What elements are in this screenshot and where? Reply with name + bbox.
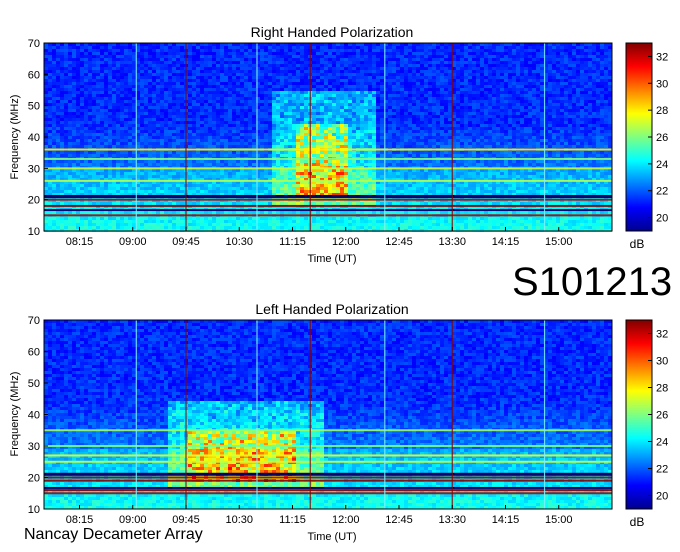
x-tick-label: 08:15 [66,514,94,526]
observation-id: S101213 [512,260,673,304]
y-tick-label: 40 [28,410,40,422]
colorbar-tick-label: 28 [656,383,668,395]
colorbar-tick-label: 20 [656,491,668,503]
right-panel-xlabel: Time (UT) [307,253,356,265]
y-tick-label: 50 [28,378,40,390]
colorbar-tick-label: 32 [656,329,668,341]
x-tick-label: 09:45 [172,236,200,248]
right-colorbar-label: dB [630,237,645,251]
interference-band [44,489,612,492]
interference-band [44,454,612,457]
left-panel-title: Left Handed Polarization [255,301,408,317]
interference-band [44,167,612,170]
x-tick-label: 10:30 [225,236,253,248]
interference-band [44,492,612,495]
x-tick-label: 14:15 [492,514,520,526]
interference-band [44,479,612,482]
colorbar-tick-label: 30 [656,356,668,368]
y-tick-label: 40 [28,132,40,144]
interference-band [44,179,612,182]
right-panel-ylabel: Frequency (MHz) [9,95,21,180]
y-tick-label: 30 [28,441,40,453]
colorbar-tick-label: 26 [656,132,668,144]
x-tick-label: 09:00 [119,514,147,526]
y-tick-label: 60 [28,69,40,81]
x-tick-label: 13:30 [438,514,466,526]
interference-band [44,157,612,160]
right-colorbar: 20 22 24 26 28 30 32 [625,42,668,232]
interference-band [44,476,612,479]
y-tick-label: 70 [28,38,40,50]
colorbar-tick-label: 32 [656,51,668,63]
interference-band [44,214,612,217]
x-tick-label: 09:00 [119,236,147,248]
x-tick-label: 11:15 [279,514,306,526]
left-panel-xlabel: Time (UT) [307,531,356,543]
y-tick-label: 10 [28,504,40,516]
right-polarization-panel: Right Handed Polarization Frequency (MHz… [9,24,668,265]
colorbar-tick-label: 22 [656,464,668,476]
y-tick-label: 20 [28,473,40,485]
interference-band [44,429,612,432]
x-tick-label: 12:00 [332,236,360,248]
left-colorbar-label: dB [630,515,645,529]
left-colorbar: 20 22 24 26 28 30 32 [625,319,668,510]
colorbar-tick-label: 24 [656,437,668,449]
interference-band [44,204,612,207]
colorbar-tick-label: 24 [656,159,668,171]
y-tick-label: 60 [28,347,40,359]
interference-band [44,148,612,151]
colorbar-tick-label: 22 [656,186,668,198]
left-panel-ylabel: Frequency (MHz) [9,372,21,457]
y-tick-label: 70 [28,315,40,327]
interference-band [44,198,612,201]
interference-band [44,445,612,447]
x-tick-label: 10:30 [225,514,253,526]
interference-band [44,460,612,463]
x-tick-label: 14:15 [492,236,520,248]
right-panel-title: Right Handed Polarization [251,24,414,40]
x-tick-label: 12:45 [385,236,413,248]
x-tick-label: 11:15 [279,236,306,248]
left-spectrogram-plot [43,319,613,510]
x-tick-label: 09:45 [172,514,200,526]
x-tick-label: 12:45 [385,514,413,526]
colorbar-tick-label: 28 [656,105,668,117]
instrument-name: Nancay Decameter Array [24,526,203,543]
colorbar-tick-label: 30 [656,78,668,90]
right-spectrogram-plot [43,42,613,232]
x-tick-label: 12:00 [332,514,360,526]
x-tick-label: 08:15 [66,236,94,248]
x-tick-label: 13:30 [438,236,466,248]
y-tick-label: 30 [28,163,40,175]
left-polarization-panel: Left Handed Polarization Frequency (MHz)… [9,301,668,543]
x-tick-label: 15:00 [545,236,573,248]
y-tick-label: 20 [28,195,40,207]
x-tick-label: 15:00 [545,514,573,526]
y-tick-label: 10 [28,226,40,238]
colorbar-tick-label: 26 [656,410,668,422]
y-tick-label: 50 [28,101,40,113]
colorbar-tick-label: 20 [656,213,668,225]
